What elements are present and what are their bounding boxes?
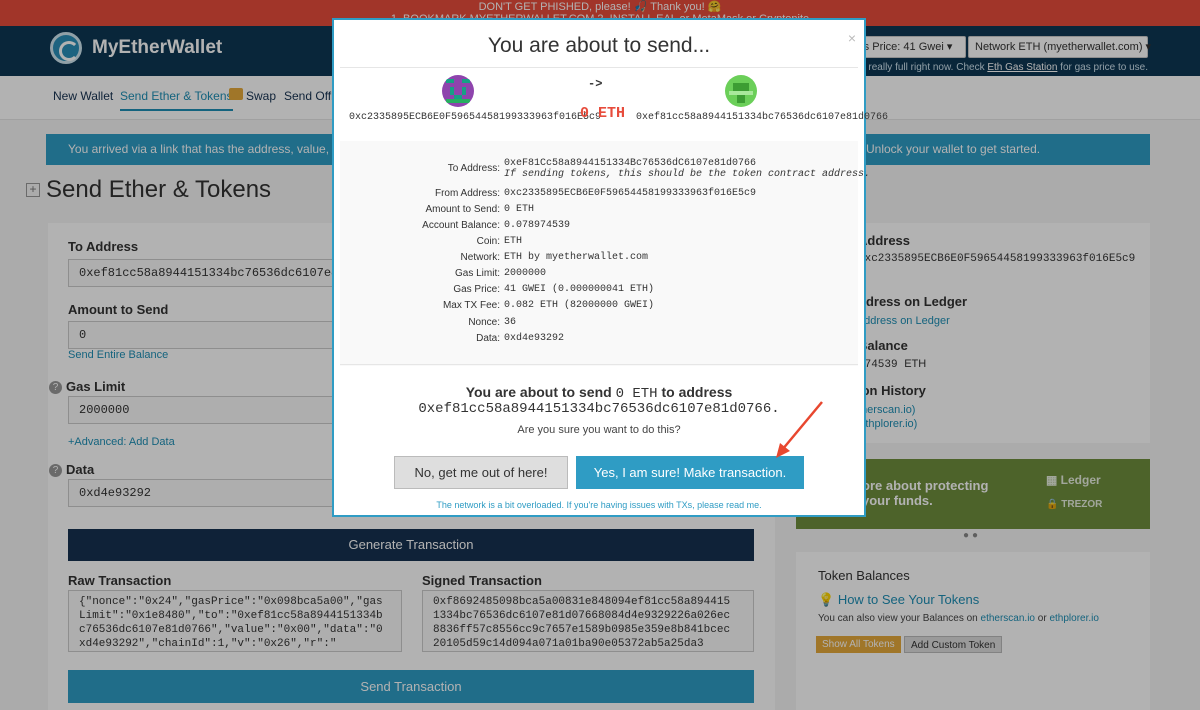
- divider: [340, 67, 858, 68]
- cancel-button[interactable]: No, get me out of here!: [394, 456, 568, 489]
- modal-title: You are about to send...: [487, 34, 711, 57]
- network-overloaded-link[interactable]: The network is a bit overloaded. If you'…: [334, 500, 864, 510]
- divider: [340, 364, 858, 365]
- transaction-details: To Address: 0xeF81Cc58a8944151334Bc76536…: [340, 141, 870, 366]
- send-arrow: ->: [588, 77, 603, 91]
- send-amount: 0 ETH: [580, 105, 626, 122]
- to-address-short: 0xef81cc58a8944151334bc76536dc6107e81d07…: [636, 112, 889, 123]
- annotation-arrow-icon: [776, 401, 823, 458]
- confirm-transaction-button[interactable]: Yes, I am sure! Make transaction.: [576, 456, 804, 489]
- to-identicon: [725, 75, 757, 107]
- from-address-short: 0xc2335895ECB6E0F59654458199333963f016E5…: [349, 112, 602, 123]
- from-identicon: [442, 75, 474, 107]
